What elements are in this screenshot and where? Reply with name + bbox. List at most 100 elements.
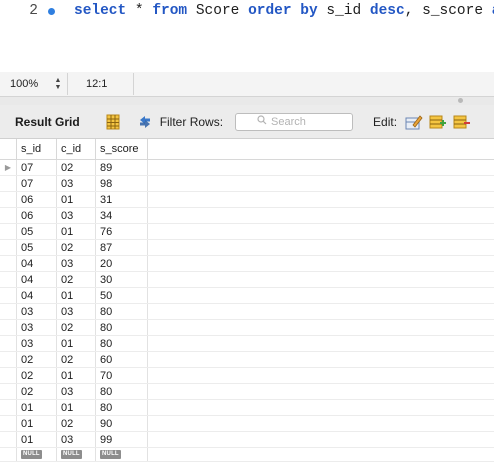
column-header-c-id[interactable]: c_id	[57, 139, 96, 159]
table-row[interactable]: 06 01 31	[0, 192, 494, 208]
current-row-indicator-icon[interactable]: ▶	[0, 160, 17, 175]
table-row[interactable]: 03 01 80	[0, 336, 494, 352]
edit-row-icon[interactable]	[405, 113, 423, 131]
table-cell[interactable]: 80	[96, 336, 148, 351]
table-cell[interactable]: 02	[57, 160, 96, 175]
table-row[interactable]: 02 03 80	[0, 384, 494, 400]
table-cell[interactable]: 03	[57, 256, 96, 271]
table-cell[interactable]: 02	[57, 320, 96, 335]
table-cell[interactable]: 04	[17, 272, 57, 287]
table-cell[interactable]: 87	[96, 240, 148, 255]
row-marker[interactable]	[0, 176, 17, 191]
table-cell[interactable]: 03	[57, 176, 96, 191]
table-cell[interactable]: 01	[57, 224, 96, 239]
table-cell[interactable]: 03	[57, 432, 96, 447]
table-row[interactable]: 03 02 80	[0, 320, 494, 336]
filter-search-input[interactable]	[271, 115, 332, 128]
column-header-s-id[interactable]: s_id	[17, 139, 57, 159]
table-cell[interactable]: 50	[96, 288, 148, 303]
editor-line[interactable]: 2 select * from Score order by s_id desc…	[0, 2, 494, 20]
table-row[interactable]: 01 03 99	[0, 432, 494, 448]
table-row[interactable]: 03 03 80	[0, 304, 494, 320]
table-row[interactable]: 02 02 60	[0, 352, 494, 368]
table-row[interactable]: 06 03 34	[0, 208, 494, 224]
table-cell[interactable]: 03	[57, 208, 96, 223]
table-cell[interactable]: 80	[96, 320, 148, 335]
row-marker[interactable]	[0, 432, 17, 447]
table-cell[interactable]: 04	[17, 256, 57, 271]
table-row[interactable]: 02 01 70	[0, 368, 494, 384]
table-cell[interactable]: 80	[96, 304, 148, 319]
table-row[interactable]: 05 02 87	[0, 240, 494, 256]
table-cell[interactable]: 02	[17, 352, 57, 367]
table-cell[interactable]: 06	[17, 208, 57, 223]
table-cell[interactable]: 05	[17, 240, 57, 255]
table-cell[interactable]: 01	[57, 288, 96, 303]
table-cell[interactable]: 01	[57, 400, 96, 415]
table-cell[interactable]: 04	[17, 288, 57, 303]
column-header-s-score[interactable]: s_score	[96, 139, 148, 159]
panel-splitter[interactable]	[0, 97, 494, 105]
row-marker[interactable]	[0, 368, 17, 383]
table-row[interactable]: 04 01 50	[0, 288, 494, 304]
table-cell[interactable]: 01	[57, 336, 96, 351]
result-grid[interactable]: s_id c_id s_score ▶ 07 02 89 07 03 98 06 01 31 06 0…	[0, 139, 494, 471]
table-cell[interactable]: 02	[17, 368, 57, 383]
row-marker[interactable]	[0, 304, 17, 319]
delete-row-icon[interactable]	[453, 113, 471, 131]
table-row[interactable]: 01 01 80	[0, 400, 494, 416]
table-cell[interactable]: 02	[57, 272, 96, 287]
row-marker[interactable]	[0, 320, 17, 335]
row-marker[interactable]	[0, 400, 17, 415]
table-cell[interactable]: 03	[57, 384, 96, 399]
refresh-icon[interactable]	[136, 113, 154, 131]
row-marker[interactable]	[0, 384, 17, 399]
table-cell[interactable]: 90	[96, 416, 148, 431]
table-cell[interactable]: 60	[96, 352, 148, 367]
splitter-handle-icon[interactable]	[458, 98, 463, 103]
table-cell[interactable]: 80	[96, 384, 148, 399]
row-marker[interactable]	[0, 208, 17, 223]
table-cell[interactable]: 89	[96, 160, 148, 175]
insert-row-icon[interactable]	[429, 113, 447, 131]
table-cell[interactable]: 06	[17, 192, 57, 207]
table-cell[interactable]: 99	[96, 432, 148, 447]
row-marker[interactable]	[0, 416, 17, 431]
table-cell[interactable]: NULL	[96, 448, 148, 461]
table-row[interactable]: ▶ 07 02 89	[0, 160, 494, 176]
table-cell[interactable]: 03	[17, 304, 57, 319]
table-row[interactable]: 04 03 20	[0, 256, 494, 272]
table-row[interactable]: 04 02 30	[0, 272, 494, 288]
sql-editor[interactable]: 2 select * from Score order by s_id desc…	[0, 0, 494, 73]
stepper-arrows-icon[interactable]: ▲ ▼	[53, 77, 63, 91]
zoom-selector[interactable]: 100% ▲ ▼	[0, 73, 68, 95]
table-cell[interactable]: 02	[57, 240, 96, 255]
table-cell[interactable]: 05	[17, 224, 57, 239]
table-cell[interactable]: 01	[57, 192, 96, 207]
filter-search-box[interactable]	[235, 112, 354, 131]
table-cell[interactable]: 07	[17, 160, 57, 175]
table-cell[interactable]: 01	[17, 432, 57, 447]
table-cell[interactable]: 02	[57, 352, 96, 367]
sql-statement[interactable]: select * from Score order by s_id desc, …	[74, 3, 494, 19]
row-marker[interactable]	[0, 352, 17, 367]
table-cell[interactable]: 02	[17, 384, 57, 399]
table-cell[interactable]: 01	[57, 368, 96, 383]
table-cell[interactable]: 02	[57, 416, 96, 431]
table-row[interactable]: 05 01 76	[0, 224, 494, 240]
table-cell[interactable]: 70	[96, 368, 148, 383]
table-cell[interactable]: 30	[96, 272, 148, 287]
row-marker[interactable]	[0, 256, 17, 271]
row-marker[interactable]	[0, 288, 17, 303]
table-cell[interactable]: 01	[17, 416, 57, 431]
row-marker[interactable]	[0, 240, 17, 255]
table-row[interactable]: 01 02 90	[0, 416, 494, 432]
table-cell[interactable]: 76	[96, 224, 148, 239]
row-marker[interactable]	[0, 272, 17, 287]
table-cell[interactable]: 80	[96, 400, 148, 415]
row-marker[interactable]	[0, 224, 17, 239]
table-cell[interactable]: 03	[57, 304, 96, 319]
row-marker[interactable]	[0, 192, 17, 207]
table-row[interactable]: 07 03 98	[0, 176, 494, 192]
table-cell[interactable]: 03	[17, 336, 57, 351]
